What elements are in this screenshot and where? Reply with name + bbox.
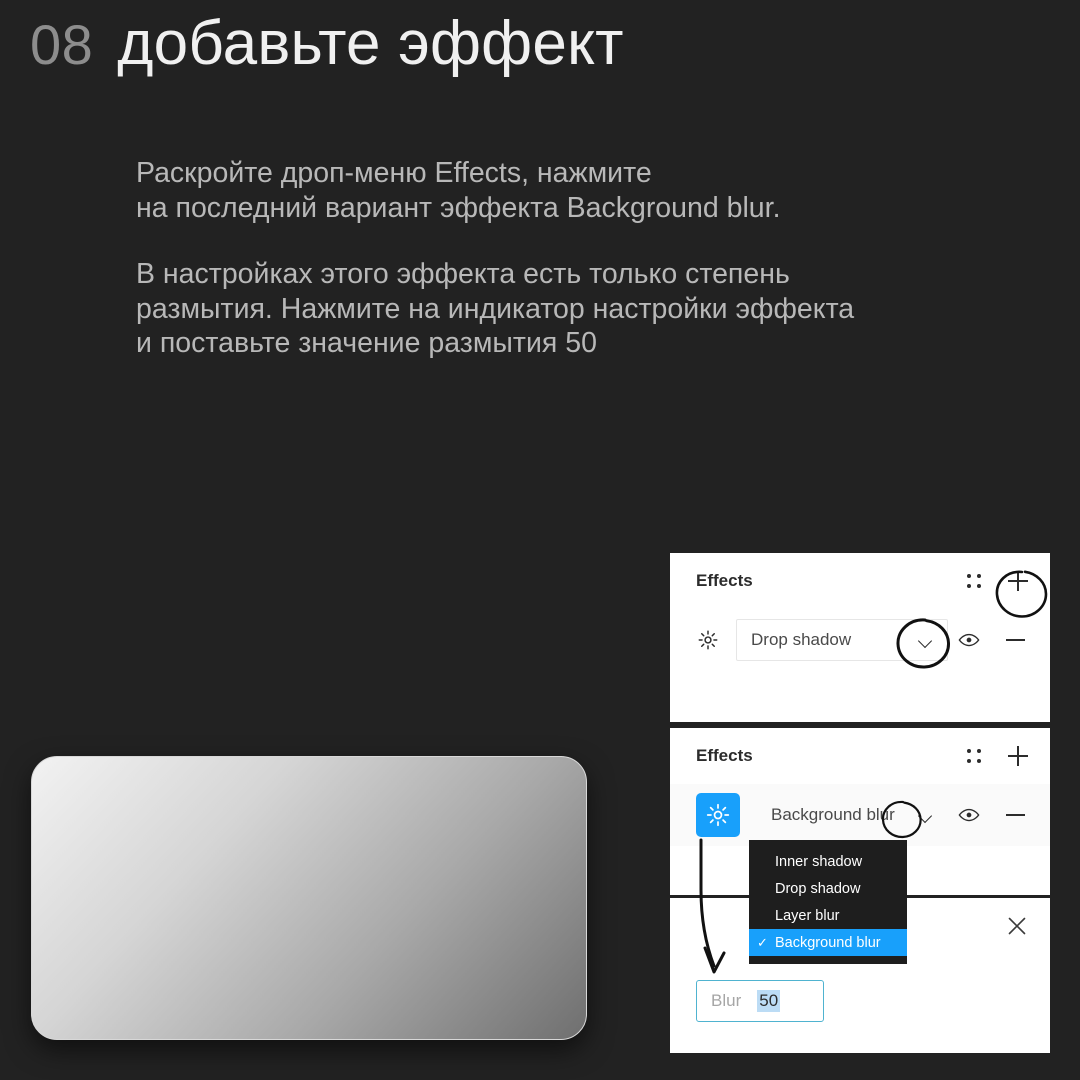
dropdown-item-drop-shadow[interactable]: ✓ Drop shadow [749,875,907,902]
plus-icon[interactable] [1008,571,1028,591]
effect-row-background-blur: Background blur [670,784,1050,846]
eye-icon[interactable] [958,632,980,648]
dropdown-item-label: Inner shadow [775,853,863,870]
effect-row-drop-shadow: Drop shadow [670,609,1050,671]
dropdown-item-layer-blur[interactable]: ✓ Layer blur [749,902,907,929]
grid-dots-icon[interactable] [967,573,982,589]
dropdown-item-background-blur[interactable]: ✓ Background blur [749,929,907,956]
plus-icon[interactable] [1008,746,1028,766]
instruction-paragraph-2: В настройках этого эффекта есть только с… [136,258,855,359]
check-icon: ✓ [757,934,768,950]
effects-panel-1-header: Effects [670,553,1050,609]
effects-panel-2-title: Effects [696,746,753,765]
dropdown-item-label: Background blur [775,934,881,951]
slide-number: 08 [30,13,94,76]
minus-icon[interactable] [1006,639,1025,641]
close-x-icon[interactable] [1006,915,1028,937]
dropdown-item-label: Layer blur [775,907,840,924]
grid-dots-icon[interactable] [967,748,982,764]
blur-input-row: Blur 50 [670,954,1050,1022]
dropdown-item-inner-shadow[interactable]: ✓ Inner shadow [749,848,907,875]
dropdown-item-label: Drop shadow [775,880,861,897]
chevron-down-icon[interactable] [919,636,933,645]
effects-panel-1-header-icons [967,571,1028,591]
gradient-rounded-rectangle [31,756,587,1040]
effects-panel-1-title: Effects [696,571,753,590]
effects-panel-2-header: Effects [670,728,1050,784]
chevron-down-icon[interactable] [919,811,933,820]
effect-type-select-background-blur[interactable]: Background blur [756,794,948,836]
effect-sun-icon-active[interactable] [696,793,740,837]
instruction-paragraph-1: Раскройте дроп-меню Effects, нажмите на … [136,157,781,224]
instruction-text-block: Раскройте дроп-меню Effects, нажмите на … [136,156,1016,361]
page-title: 08 добавьте эффект [30,8,624,79]
effect-type-select-drop-shadow[interactable]: Drop shadow [736,619,948,661]
effect-type-dropdown-menu[interactable]: ✓ Inner shadow ✓ Drop shadow ✓ Layer blu… [749,840,907,964]
blur-input-label: Blur [711,991,742,1010]
minus-icon[interactable] [1006,814,1025,816]
blur-input-value[interactable]: 50 [757,990,781,1012]
effect-type-label: Drop shadow [751,630,852,649]
effects-panel-2-header-icons [967,746,1028,766]
slide-heading: добавьте эффект [117,9,624,78]
effects-panel-1: Effects Drop shadow [670,553,1050,722]
effect-sun-icon[interactable] [696,628,720,652]
blur-input[interactable]: Blur 50 [696,980,824,1022]
eye-icon[interactable] [958,807,980,823]
effect-type-label: Background blur [771,805,895,824]
